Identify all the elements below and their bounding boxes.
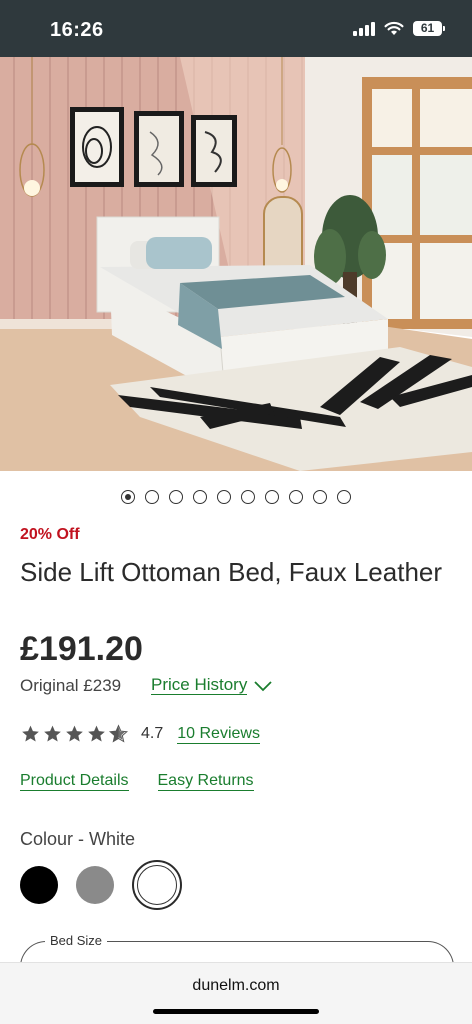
rating-stars	[20, 724, 129, 744]
gallery-dot[interactable]	[169, 490, 183, 504]
product-title: Side Lift Ottoman Bed, Faux Leather	[20, 557, 443, 587]
star-icon	[44, 725, 61, 742]
browser-bottom-bar: dunelm.com	[0, 962, 472, 1024]
gallery-dot[interactable]	[265, 490, 279, 504]
colour-swatch-white[interactable]	[137, 865, 177, 905]
star-half-icon	[108, 724, 129, 743]
product-rating: 4.7 10 Reviews	[20, 724, 260, 744]
status-icons: 61	[353, 21, 445, 36]
chevron-down-icon[interactable]	[253, 679, 273, 693]
wifi-icon	[384, 21, 404, 35]
colour-label: Colour - White	[20, 829, 136, 849]
colour-swatch-black[interactable]	[20, 866, 58, 904]
signal-icon	[353, 21, 375, 36]
url-bar[interactable]: dunelm.com	[0, 977, 472, 995]
gallery-dot[interactable]	[289, 490, 303, 504]
gallery-dot[interactable]	[217, 490, 231, 504]
status-bar: 16:26 61	[0, 0, 472, 57]
colour-swatches	[20, 860, 182, 910]
battery-icon: 61	[413, 21, 445, 36]
easy-returns-link[interactable]: Easy Returns	[157, 772, 254, 791]
gallery-dot[interactable]	[193, 490, 207, 504]
discount-badge: 20% Off	[20, 526, 80, 543]
product-image[interactable]	[0, 57, 472, 471]
gallery-dot[interactable]	[145, 490, 159, 504]
colour-swatch-white-selected[interactable]	[132, 860, 182, 910]
product-price: £191.20	[20, 630, 143, 668]
bed-size-label: Bed Size	[45, 933, 108, 948]
bedroom-scene-image	[0, 57, 472, 471]
reviews-link[interactable]: 10 Reviews	[177, 725, 260, 744]
star-icon	[88, 725, 105, 742]
price-history-toggle[interactable]: Price History	[151, 676, 273, 695]
price-history-label[interactable]: Price History	[151, 676, 248, 695]
rating-value: 4.7	[141, 725, 164, 742]
status-time: 16:26	[50, 19, 104, 41]
gallery-dot[interactable]	[337, 490, 351, 504]
home-indicator[interactable]	[153, 1009, 319, 1014]
gallery-dot[interactable]	[121, 490, 135, 504]
original-price: Original £239	[20, 676, 122, 695]
gallery-pagination	[0, 490, 472, 506]
star-icon	[66, 725, 83, 742]
info-links: Product Details Easy Returns	[20, 772, 254, 791]
colour-swatch-grey[interactable]	[76, 866, 114, 904]
gallery-dot[interactable]	[241, 490, 255, 504]
gallery-dot[interactable]	[313, 490, 327, 504]
product-details-link[interactable]: Product Details	[20, 772, 129, 791]
star-icon	[22, 725, 39, 742]
